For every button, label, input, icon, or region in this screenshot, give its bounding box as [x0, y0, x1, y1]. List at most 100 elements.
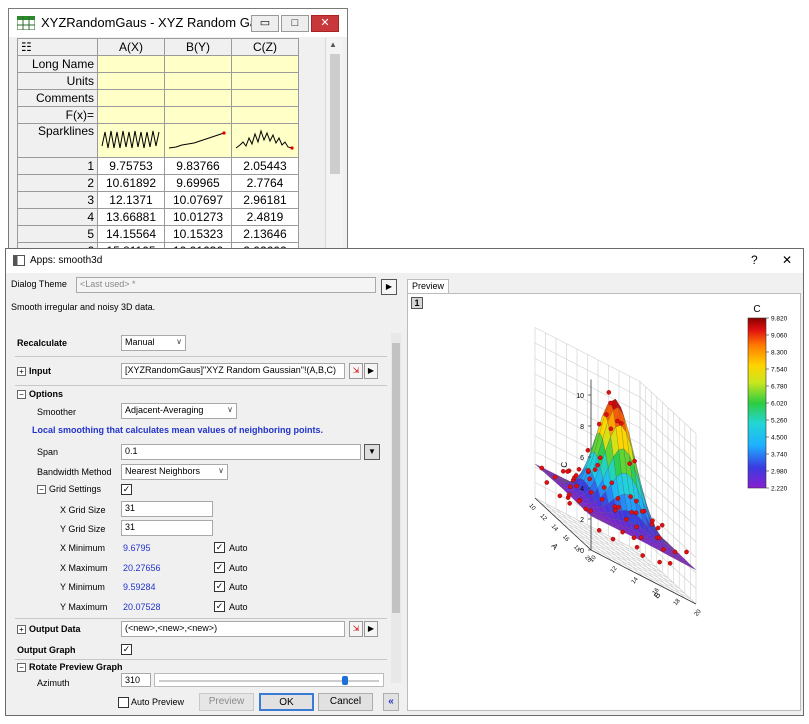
row-number[interactable]: 1 [17, 157, 98, 175]
data-point [684, 549, 689, 555]
settings-scroll-thumb[interactable] [392, 343, 400, 613]
maximize-button[interactable]: □ [281, 15, 309, 32]
cell[interactable]: 10.61892 [97, 174, 165, 192]
output-data-field[interactable]: (<new>,<new>,<new>) [121, 621, 345, 637]
collapse-panel-button[interactable]: « [383, 693, 399, 711]
tab-preview[interactable]: Preview [407, 279, 449, 293]
azimuth-slider[interactable] [154, 673, 384, 687]
recalculate-select[interactable]: Manual ∨ [121, 335, 186, 351]
y-minimum-value[interactable]: 9.59284 [123, 582, 156, 592]
cell[interactable]: 10.15323 [164, 225, 232, 243]
cell[interactable] [164, 106, 232, 124]
bandwidth-select[interactable]: Nearest Neighbors ∨ [121, 464, 228, 480]
auto-preview-checkbox[interactable] [118, 697, 129, 708]
collapse-rotate-icon[interactable]: − [17, 663, 26, 672]
sparkline-c[interactable] [231, 123, 299, 158]
column-header-c[interactable]: C(Z) [231, 38, 299, 56]
x-minimum-value[interactable]: 9.6795 [123, 543, 151, 553]
x-maximum-auto-checkbox[interactable]: ✓ [214, 562, 225, 573]
cell[interactable]: 9.75753 [97, 157, 165, 175]
row-number[interactable]: 5 [17, 225, 98, 243]
theme-arrow-button[interactable]: ▶ [381, 279, 397, 295]
cell[interactable] [231, 55, 299, 73]
cell[interactable] [97, 55, 165, 73]
sparkline-a[interactable] [97, 123, 165, 158]
y-maximum-auto-checkbox[interactable]: ✓ [214, 601, 225, 612]
help-button[interactable]: ? [751, 253, 758, 267]
settings-scrollbar[interactable] [391, 333, 401, 683]
slider-thumb[interactable] [342, 676, 348, 685]
theme-field[interactable]: <Last used> * [76, 277, 376, 293]
scroll-thumb[interactable] [330, 54, 340, 174]
cell[interactable] [231, 72, 299, 90]
cancel-button[interactable]: Cancel [318, 693, 373, 711]
output-graph-checkbox[interactable]: ✓ [121, 644, 132, 655]
output-menu-arrow-icon[interactable]: ▶ [364, 621, 378, 637]
table-row[interactable]: 3 12.1371 10.07697 2.96181 [17, 191, 299, 209]
preview-button[interactable]: Preview [199, 693, 254, 711]
cell[interactable] [164, 89, 232, 107]
worksheet-grid[interactable]: ☷ A(X) B(Y) C(Z) Long Name Units Comment… [17, 38, 299, 260]
row-number[interactable]: 3 [17, 191, 98, 209]
select-range-icon[interactable]: ⇲ [349, 621, 363, 637]
cell[interactable]: 10.01273 [164, 208, 232, 226]
colorbar-tick-label: 2.980 [771, 469, 788, 476]
cell[interactable] [164, 72, 232, 90]
span-input[interactable]: 0.1 [121, 444, 361, 460]
cell[interactable]: 2.13646 [231, 225, 299, 243]
cell[interactable] [231, 106, 299, 124]
cell[interactable]: 2.4819 [231, 208, 299, 226]
input-menu-arrow-icon[interactable]: ▶ [364, 363, 378, 379]
x-maximum-value[interactable]: 20.27656 [123, 563, 161, 573]
scroll-up-icon[interactable]: ▲ [329, 40, 337, 49]
cell[interactable]: 14.15564 [97, 225, 165, 243]
x-maximum-label: X Maximum [60, 563, 108, 573]
sparkline-b[interactable] [164, 123, 232, 158]
select-all-icon[interactable]: ☷ [17, 38, 98, 56]
cell[interactable]: 2.7764 [231, 174, 299, 192]
ok-button[interactable]: OK [259, 693, 314, 711]
cell[interactable] [231, 89, 299, 107]
smoother-select[interactable]: Adjacent-Averaging ∨ [121, 403, 237, 419]
y-minimum-auto-checkbox[interactable]: ✓ [214, 581, 225, 592]
worksheet-titlebar[interactable]: XYZRandomGaus - XYZ Random Gau... ▭ □ ✕ [9, 9, 347, 37]
data-point [627, 461, 632, 466]
cell[interactable]: 2.05443 [231, 157, 299, 175]
collapse-grid-settings-icon[interactable]: − [37, 485, 46, 494]
grid-settings-checkbox[interactable]: ✓ [121, 484, 132, 495]
row-number[interactable]: 4 [17, 208, 98, 226]
column-header-b[interactable]: B(Y) [164, 38, 232, 56]
close-button[interactable]: ✕ [311, 15, 339, 32]
y-grid-size-input[interactable]: 31 [121, 520, 213, 536]
dialog-titlebar[interactable]: Apps: smooth3d ? ✕ [6, 249, 803, 273]
cell[interactable]: 9.83766 [164, 157, 232, 175]
cell[interactable]: 2.96181 [231, 191, 299, 209]
x-grid-size-input[interactable]: 31 [121, 501, 213, 517]
table-row[interactable]: 1 9.75753 9.83766 2.05443 [17, 157, 299, 175]
x-minimum-auto-checkbox[interactable]: ✓ [214, 542, 225, 553]
cell[interactable] [97, 72, 165, 90]
cell[interactable] [97, 89, 165, 107]
dialog-close-button[interactable]: ✕ [782, 253, 792, 267]
azimuth-input[interactable]: 310 [121, 673, 151, 687]
table-row[interactable]: 5 14.15564 10.15323 2.13646 [17, 225, 299, 243]
cell[interactable]: 12.1371 [97, 191, 165, 209]
cell[interactable]: 10.07697 [164, 191, 232, 209]
worksheet-scrollbar[interactable]: ▲ [325, 38, 343, 253]
cell[interactable]: 13.66881 [97, 208, 165, 226]
minimize-button[interactable]: ▭ [251, 15, 279, 32]
select-range-icon[interactable]: ⇲ [349, 363, 363, 379]
cell[interactable] [97, 106, 165, 124]
table-row[interactable]: 4 13.66881 10.01273 2.4819 [17, 208, 299, 226]
table-row[interactable]: 2 10.61892 9.69965 2.7764 [17, 174, 299, 192]
column-header-a[interactable]: A(X) [97, 38, 165, 56]
expand-output-data-icon[interactable]: + [17, 625, 26, 634]
span-dropdown-icon[interactable]: ▼ [364, 444, 380, 460]
collapse-options-icon[interactable]: − [17, 390, 26, 399]
expand-input-icon[interactable]: + [17, 367, 26, 376]
input-range-field[interactable]: [XYZRandomGaus]"XYZ Random Gaussian"!(A,… [121, 363, 345, 379]
cell[interactable] [164, 55, 232, 73]
row-number[interactable]: 2 [17, 174, 98, 192]
y-maximum-value[interactable]: 20.07528 [123, 602, 161, 612]
cell[interactable]: 9.69965 [164, 174, 232, 192]
